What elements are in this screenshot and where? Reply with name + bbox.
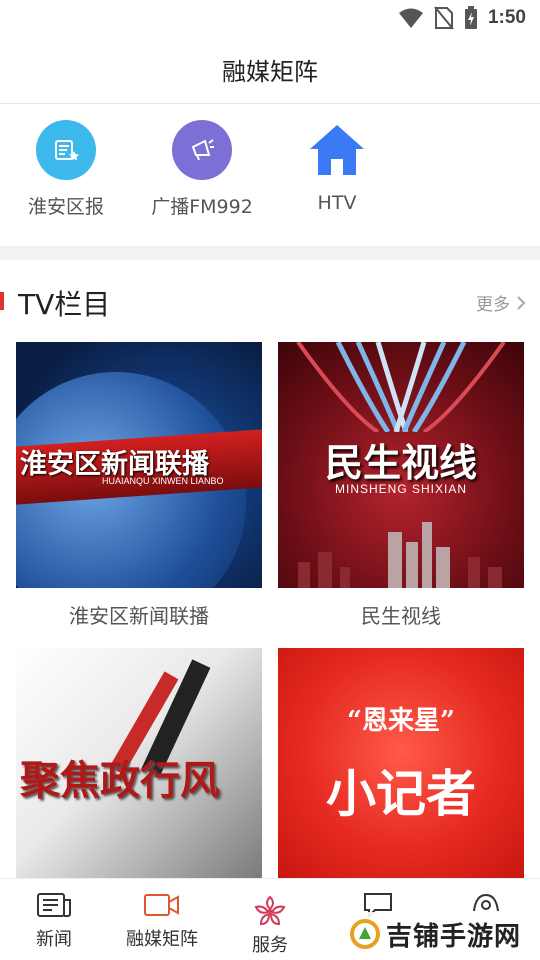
nav-media-matrix[interactable]: 融媒矩阵: [108, 889, 216, 951]
program-thumbnail: 民生视线 MINSHENG SHIXIAN: [278, 342, 524, 588]
program-card[interactable]: 民生视线 MINSHENG SHIXIAN 民生视线: [278, 342, 524, 644]
title-bar: 融媒矩阵: [0, 36, 540, 104]
megaphone-icon: [172, 120, 232, 180]
nav-label: 服务: [252, 935, 288, 956]
program-title: 淮安区新闻联播: [69, 604, 209, 628]
home-icon: [307, 120, 367, 180]
program-thumbnail: “恩来星” 小记者: [278, 648, 524, 878]
watermark-text: 吉铺手游网: [386, 921, 522, 952]
nav-news[interactable]: 新闻: [0, 889, 108, 951]
nav-label: 新闻: [36, 929, 72, 950]
thumbnail-title: 小记者: [326, 764, 476, 823]
divider-band: [0, 246, 540, 260]
chevron-right-icon: [517, 295, 526, 310]
battery-charging-icon: [464, 6, 477, 29]
lines-graphic: [296, 342, 506, 432]
section-header: TV栏目 更多: [0, 270, 540, 332]
platform-htv[interactable]: HTV: [272, 120, 402, 214]
program-card[interactable]: 淮安区新闻联播 HUAIANQU XINWEN LIANBO 淮安区新闻联播: [16, 342, 262, 644]
watermark-logo-icon: [350, 919, 380, 949]
thumbnail-title: 聚焦政行风: [20, 757, 220, 804]
platform-label: HTV: [317, 192, 357, 214]
newspaper-icon: [36, 120, 96, 180]
thumbnail-subtitle: “恩来星”: [347, 706, 455, 736]
status-icons: 1:50: [398, 6, 526, 30]
video-camera-icon: [108, 889, 216, 921]
program-thumbnail: 聚焦政行风: [16, 648, 262, 878]
program-title: 民生视线: [361, 604, 441, 628]
program-card[interactable]: “恩来星” 小记者: [278, 648, 524, 878]
platform-huaian-daily[interactable]: 淮安区报: [1, 120, 131, 219]
wifi-icon: [398, 8, 423, 28]
program-thumbnail: 淮安区新闻联播 HUAIANQU XINWEN LIANBO: [16, 342, 262, 588]
skyline-graphic: [298, 522, 502, 588]
nav-label: 融媒矩阵: [126, 929, 198, 950]
no-sim-icon: [434, 6, 454, 30]
section-accent-bar: [0, 292, 4, 310]
status-bar: 1:50: [0, 0, 540, 36]
platform-radio-fm992[interactable]: 广播FM992: [137, 120, 267, 219]
platform-list: 淮安区报 广播FM992 HTV: [0, 104, 540, 246]
thumbnail-title: 民生视线: [324, 441, 477, 485]
platform-label: 广播FM992: [151, 196, 253, 218]
flower-icon: [216, 895, 324, 927]
program-card[interactable]: 聚焦政行风: [16, 648, 262, 878]
status-time: 1:50: [487, 7, 526, 28]
more-link[interactable]: 更多: [476, 290, 526, 315]
section-title: TV栏目: [18, 288, 111, 321]
news-icon: [0, 889, 108, 921]
watermark: 吉铺手游网: [350, 912, 536, 956]
page-title: 融媒矩阵: [222, 58, 318, 86]
platform-label: 淮安区报: [27, 196, 104, 218]
thumbnail-subtitle: HUAIANQU XINWEN LIANBO: [102, 476, 224, 486]
nav-services[interactable]: 服务: [216, 895, 324, 957]
thumbnail-subtitle: MINSHENG SHIXIAN: [334, 482, 467, 496]
more-label: 更多: [476, 295, 510, 315]
